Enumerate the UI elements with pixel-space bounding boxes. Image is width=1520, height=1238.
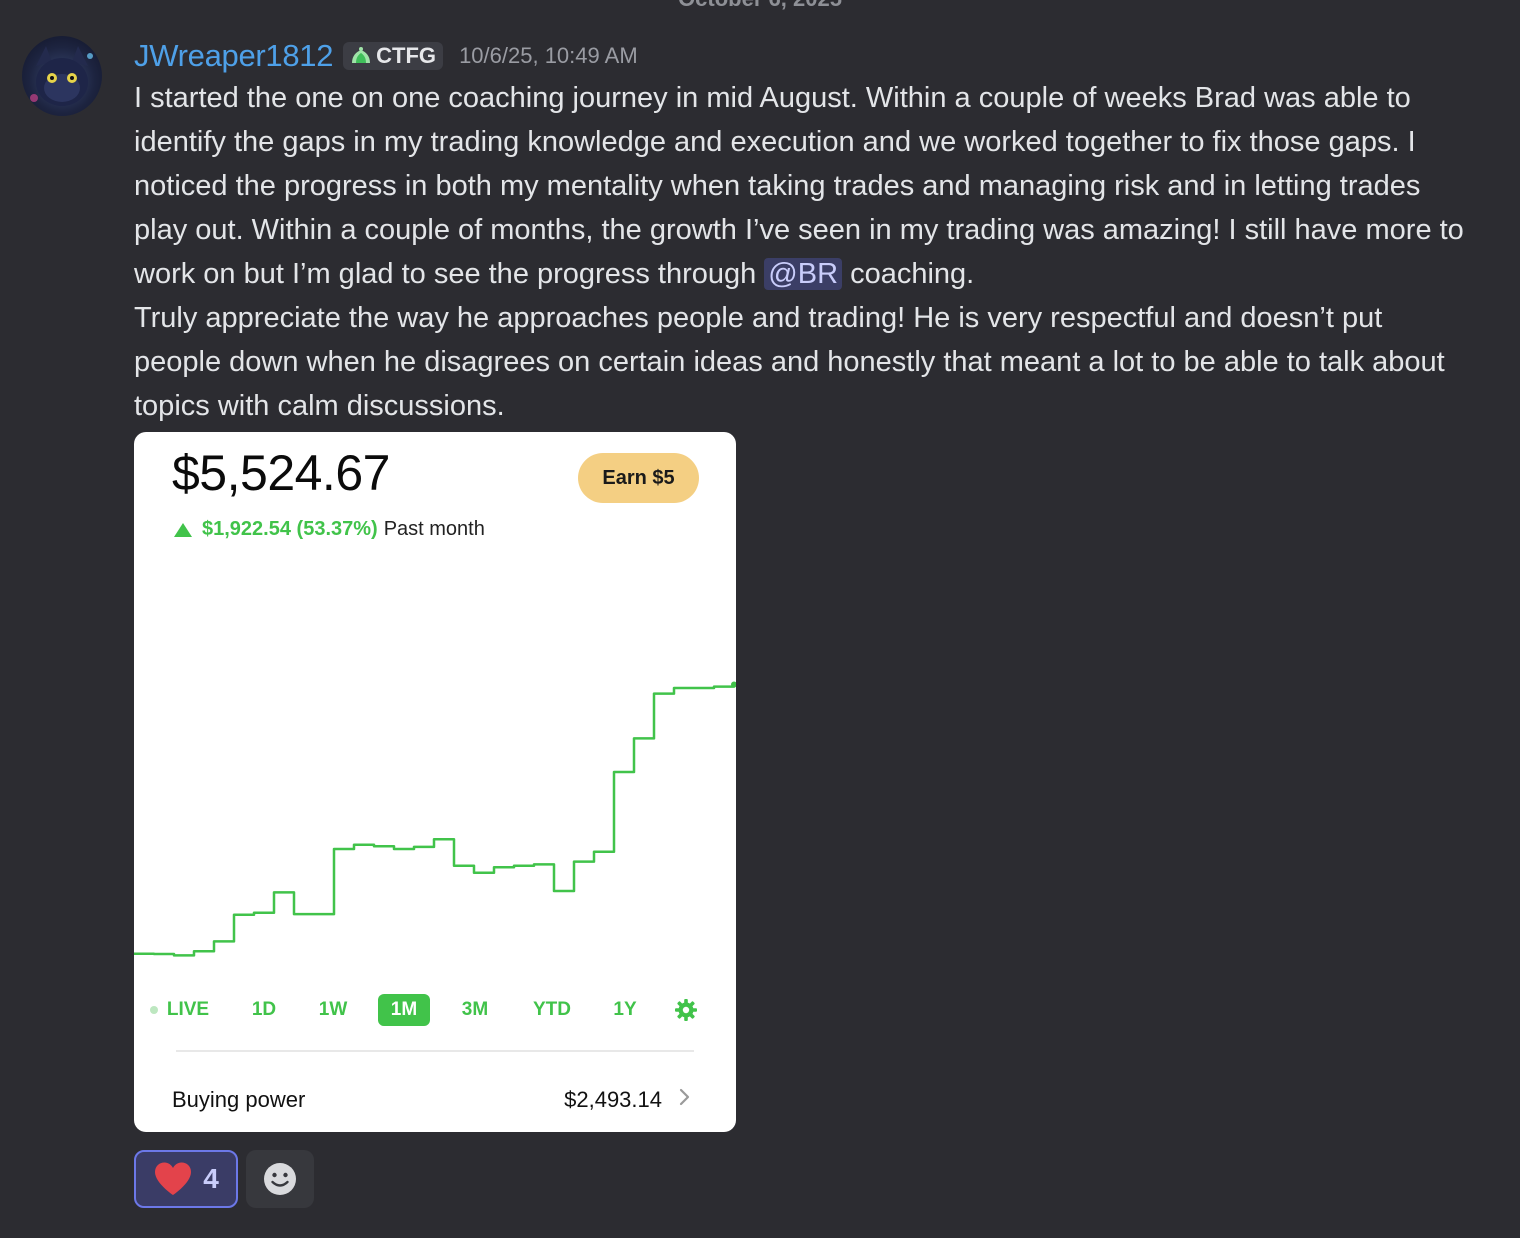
reaction-count: 4 bbox=[203, 1163, 219, 1194]
portfolio-screenshot-attachment[interactable]: $5,524.67 Earn $5 $1,922.54 (53.37%) Pas… bbox=[134, 432, 736, 1132]
message-paragraph: Truly appreciate the way he approaches p… bbox=[134, 302, 1445, 422]
buying-power-row[interactable]: Buying power $2,493.14 bbox=[134, 1077, 736, 1121]
divider bbox=[176, 1050, 694, 1052]
reactions-bar: 4 bbox=[134, 1150, 314, 1208]
range-3m[interactable]: 3M bbox=[456, 994, 494, 1026]
guild-tag-icon bbox=[352, 47, 371, 63]
change-period: Past month bbox=[383, 518, 485, 540]
user-mention[interactable]: @BR bbox=[764, 258, 843, 290]
message-header: JWreaper1812 CTFG 10/6/25, 10:49 AM bbox=[134, 36, 638, 76]
series-line bbox=[134, 684, 736, 957]
guild-tag-label: CTFG bbox=[376, 43, 437, 68]
timestamp: 10/6/25, 10:49 AM bbox=[459, 43, 638, 68]
message-body: I started the one on one coaching journe… bbox=[134, 76, 1474, 428]
range-1y[interactable]: 1Y bbox=[608, 994, 642, 1026]
heart-reaction[interactable]: 4 bbox=[134, 1150, 238, 1208]
message-paragraph: I started the one on one coaching journe… bbox=[134, 76, 1474, 296]
avatar-image bbox=[30, 46, 93, 106]
range-live[interactable]: LIVE bbox=[164, 994, 212, 1026]
range-1d[interactable]: 1D bbox=[246, 994, 282, 1026]
smiley-icon bbox=[264, 1163, 296, 1195]
date-divider: October 6, 2025 bbox=[0, 0, 1520, 12]
earn-button[interactable]: Earn $5 bbox=[578, 453, 699, 503]
range-1m[interactable]: 1M bbox=[378, 994, 430, 1026]
buying-power-value: $2,493.14 bbox=[564, 1087, 662, 1112]
avatar[interactable] bbox=[22, 36, 102, 116]
portfolio-balance: $5,524.67 bbox=[172, 445, 390, 501]
chevron-right-icon bbox=[679, 1088, 690, 1106]
range-selector: LIVE 1D 1W 1M 3M YTD 1Y bbox=[134, 990, 736, 1030]
portfolio-line-chart bbox=[134, 681, 736, 957]
buying-power-label: Buying power bbox=[172, 1087, 306, 1112]
message-text: coaching. bbox=[842, 258, 975, 290]
range-1w[interactable]: 1W bbox=[314, 994, 352, 1026]
range-ytd[interactable]: YTD bbox=[530, 994, 574, 1026]
settings-gear-icon[interactable] bbox=[674, 998, 698, 1022]
up-arrow-icon bbox=[174, 522, 192, 537]
portfolio-change: $1,922.54 (53.37%) Past month bbox=[174, 518, 485, 541]
username[interactable]: JWreaper1812 bbox=[134, 38, 333, 74]
live-dot-icon bbox=[150, 1006, 158, 1014]
heart-icon bbox=[155, 1162, 192, 1195]
add-reaction-button[interactable] bbox=[246, 1150, 314, 1208]
change-value: $1,922.54 (53.37%) bbox=[202, 518, 378, 540]
guild-tag[interactable]: CTFG bbox=[343, 42, 444, 70]
